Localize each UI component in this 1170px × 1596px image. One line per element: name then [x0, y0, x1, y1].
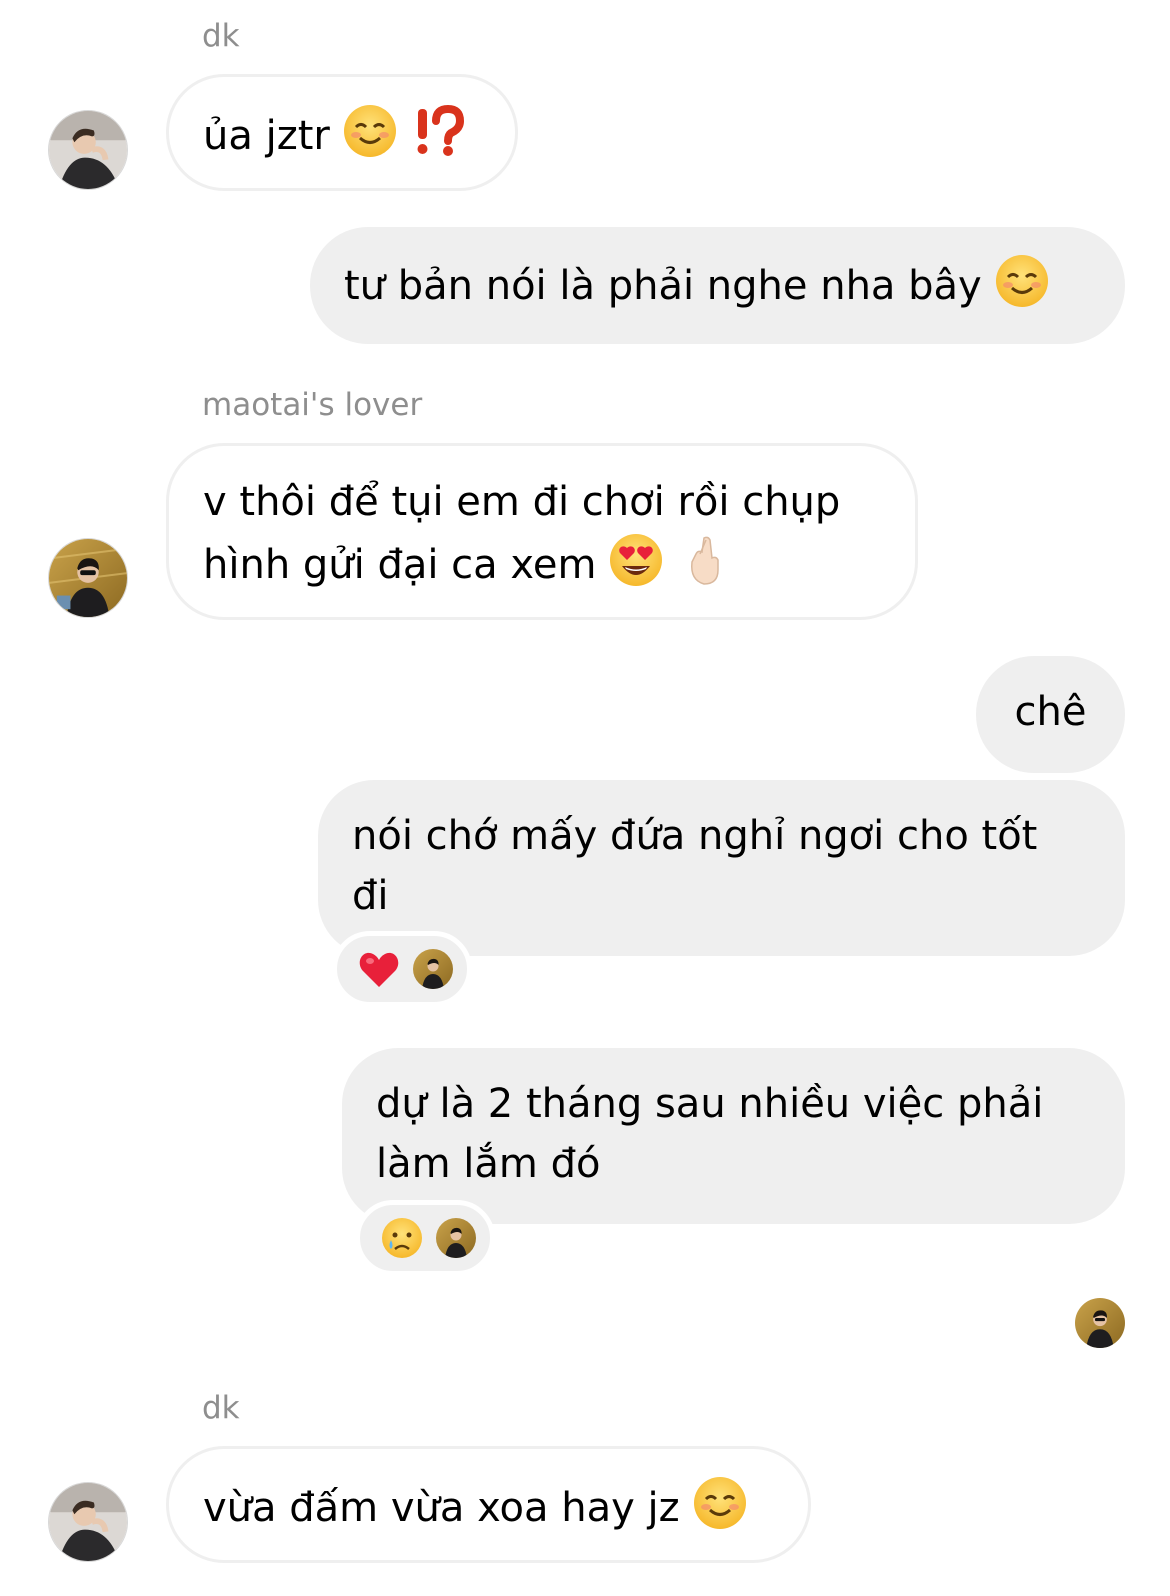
- smiling-face-icon: [692, 1475, 748, 1531]
- sender-name: dk: [202, 18, 240, 54]
- message-bubble-outgoing[interactable]: chê: [976, 656, 1125, 773]
- reactor-avatar: [413, 949, 453, 989]
- message-text-line: đi: [352, 873, 389, 919]
- message-bubble-outgoing[interactable]: tư bản nói là phải nghe nha bây: [310, 227, 1125, 344]
- message-text: tư bản nói là phải nghe nha bây: [344, 263, 982, 309]
- message-text-line: dự là 2 tháng sau nhiều việc phải: [376, 1081, 1044, 1127]
- avatar-dk[interactable]: [48, 110, 128, 190]
- red-heart-icon: [357, 947, 401, 991]
- message-bubble-incoming[interactable]: v thôi để tụi em đi chơi rồi chụp hình g…: [166, 443, 918, 620]
- message-text: vừa đấm vừa xoa hay jz: [203, 1485, 680, 1531]
- message-bubble-incoming[interactable]: ủa jztr: [166, 74, 518, 191]
- chat-thread: dk ủa jztr tư bản nói là phải nghe nha b…: [0, 0, 1170, 1596]
- message-reaction[interactable]: [332, 931, 472, 1007]
- message-text: chê: [1014, 689, 1087, 735]
- heart-eyes-icon: [608, 532, 664, 588]
- message-text-line: làm lắm đó: [376, 1141, 601, 1187]
- sender-name: dk: [202, 1390, 240, 1426]
- smiling-face-icon: [342, 103, 398, 159]
- crossed-fingers-icon: [676, 532, 732, 588]
- message-text-line: nói chớ mấy đứa nghỉ ngơi cho tốt: [352, 813, 1038, 859]
- message-text-line: v thôi để tụi em đi chơi rồi chụp: [203, 479, 841, 525]
- message-bubble-incoming[interactable]: vừa đấm vừa xoa hay jz: [166, 1446, 811, 1563]
- avatar-dk[interactable]: [48, 1482, 128, 1562]
- message-text-line: hình gửi đại ca xem: [203, 542, 597, 588]
- exclamation-question-icon: [410, 103, 466, 159]
- message-bubble-outgoing[interactable]: dự là 2 tháng sau nhiều việc phải làm lắ…: [342, 1048, 1125, 1224]
- sad-tear-face-icon: [380, 1216, 424, 1260]
- message-text: ủa jztr: [203, 113, 330, 159]
- sender-name: maotai's lover: [202, 387, 423, 423]
- message-reaction[interactable]: [355, 1200, 495, 1276]
- seen-avatar: [1075, 1298, 1125, 1348]
- avatar-maotais-lover[interactable]: [48, 538, 128, 618]
- smiling-face-icon: [994, 253, 1050, 309]
- message-bubble-outgoing[interactable]: nói chớ mấy đứa nghỉ ngơi cho tốt đi: [318, 780, 1125, 956]
- reactor-avatar: [436, 1218, 476, 1258]
